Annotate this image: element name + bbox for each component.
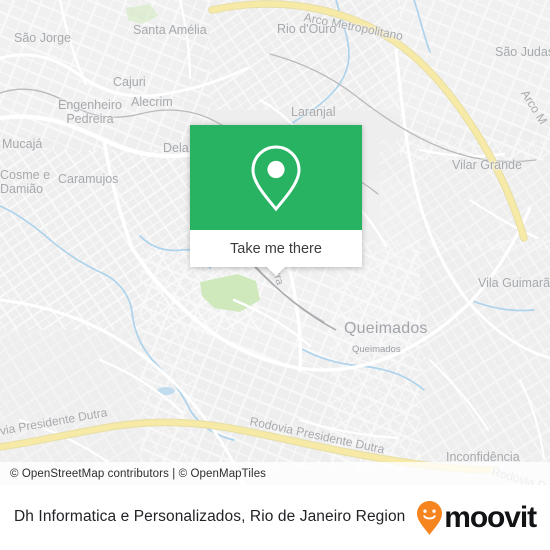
moovit-wordmark: moovit bbox=[444, 500, 537, 534]
attribution-text: © OpenStreetMap contributors | © OpenMap… bbox=[10, 467, 267, 480]
popup-pointer bbox=[267, 267, 285, 276]
map-canvas[interactable]: São Jorge Santa Amélia Arco Metropolitan… bbox=[0, 0, 550, 485]
map-pin-icon bbox=[251, 144, 301, 211]
moovit-logo[interactable]: moovit bbox=[416, 500, 537, 536]
location-popup-card[interactable]: Take me there bbox=[190, 125, 362, 276]
moovit-pin-icon bbox=[417, 500, 443, 535]
popup-header bbox=[190, 125, 362, 230]
page-footer: Dh Informatica e Personalizados, Rio de … bbox=[0, 485, 550, 550]
page-title: Dh Informatica e Personalizados, Rio de … bbox=[14, 508, 406, 526]
map-screen: São Jorge Santa Amélia Arco Metropolitan… bbox=[0, 0, 550, 550]
take-me-there-label: Take me there bbox=[230, 240, 322, 257]
map-attribution[interactable]: © OpenStreetMap contributors | © OpenMap… bbox=[0, 462, 550, 485]
take-me-there-button[interactable]: Take me there bbox=[190, 230, 362, 267]
